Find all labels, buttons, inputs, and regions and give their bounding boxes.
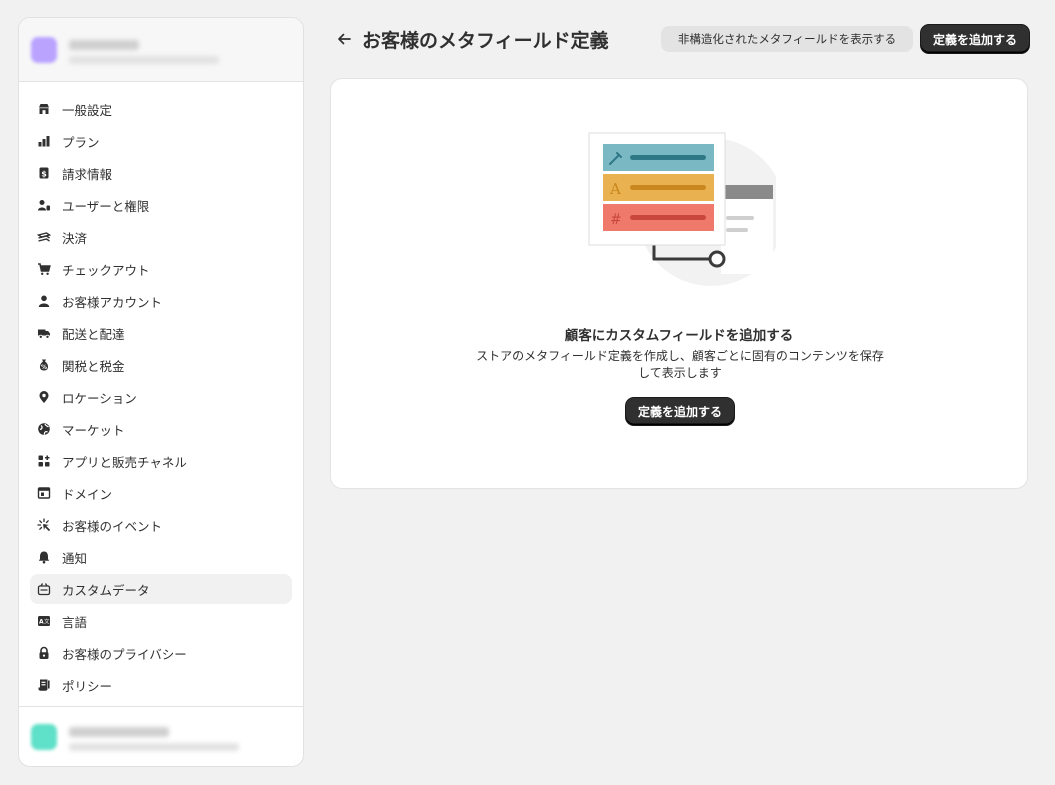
sidebar-item-label: お客様のプライバシー <box>62 646 187 662</box>
illustration-panel <box>721 199 773 274</box>
arrow-left-icon <box>338 33 351 45</box>
store-email-placeholder <box>69 56 219 64</box>
empty-state-card: A # 顧客にカスタムフィールドを追加する ストアのメタフィールド定義を作成し、… <box>330 78 1028 489</box>
svg-text:文: 文 <box>44 618 50 626</box>
sidebar-item-label: マーケット <box>62 422 125 438</box>
illustration-knob <box>708 250 726 268</box>
sidebar-item-label: ユーザーと権限 <box>62 198 150 214</box>
user-avatar <box>31 723 57 750</box>
page-title: お客様のメタフィールド定義 <box>362 30 609 52</box>
sidebar-item-plan[interactable]: プラン <box>30 126 292 156</box>
users-icon <box>37 198 51 212</box>
sidebar-item-event[interactable]: お客様のイベント <box>30 510 292 540</box>
globe-icon <box>37 422 51 436</box>
empty-state-add-definition-button[interactable]: 定義を追加する <box>626 398 734 425</box>
payment-icon <box>37 230 51 244</box>
user-name-placeholder <box>69 727 169 737</box>
empty-state-title: 顧客にカスタムフィールドを追加する <box>564 328 794 344</box>
policy-icon <box>37 678 51 692</box>
sidebar-item-cart[interactable]: チェックアウト <box>30 254 292 284</box>
sidebar-item-tax[interactable]: % 関税と税金 <box>30 350 292 380</box>
tax-icon: % <box>37 358 51 372</box>
sidebar-item-label: カスタムデータ <box>62 582 150 598</box>
sidebar-item-store[interactable]: 一般設定 <box>30 94 292 124</box>
event-icon <box>37 518 51 532</box>
sidebar-item-language[interactable]: A 文言語 <box>30 606 292 636</box>
custom-data-icon <box>37 582 51 596</box>
sidebar-item-label: 通知 <box>62 550 88 566</box>
bell-icon <box>37 550 51 564</box>
billing-icon: $ <box>37 166 51 180</box>
sidebar-item-location[interactable]: ロケーション <box>30 382 292 412</box>
apps-icon <box>37 454 51 468</box>
back-button[interactable] <box>333 28 355 50</box>
show-unstructured-metafields-button[interactable]: 非構造化されたメタフィールドを表示する <box>661 26 913 52</box>
sidebar-item-label: 一般設定 <box>62 102 113 118</box>
sidebar-item-policy[interactable]: ポリシー <box>30 670 292 700</box>
sidebar-item-label: 請求情報 <box>62 166 113 182</box>
sidebar-item-label: お客様のイベント <box>62 518 163 534</box>
sidebar-item-label: チェックアウト <box>62 262 150 278</box>
sidebar-item-globe[interactable]: マーケット <box>30 414 292 444</box>
sidebar-item-label: ロケーション <box>62 390 137 406</box>
empty-state-description: ストアのメタフィールド定義を作成し、顧客ごとに固有のコンテンツを保存して表示しま… <box>476 349 884 380</box>
sidebar-item-users[interactable]: ユーザーと権限 <box>30 190 292 220</box>
hash-icon: # <box>610 212 622 228</box>
sidebar-item-payment[interactable]: 決済 <box>30 222 292 252</box>
user-account-text <box>69 722 239 751</box>
sidebar-item-label: 言語 <box>62 614 88 630</box>
sidebar-item-lock[interactable]: お客様のプライバシー <box>30 638 292 668</box>
svg-text:$: $ <box>41 170 47 179</box>
add-definition-button[interactable]: 定義を追加する <box>921 25 1029 53</box>
text-icon: A <box>609 180 621 198</box>
location-icon <box>37 390 51 404</box>
sidebar-item-label: 決済 <box>62 230 88 246</box>
store-icon <box>37 102 51 116</box>
sidebar-item-label: 関税と税金 <box>62 358 125 374</box>
sidebar-item-person[interactable]: お客様アカウント <box>30 286 292 316</box>
lock-icon <box>37 646 51 660</box>
store-avatar <box>31 36 57 63</box>
language-icon: A文 <box>37 614 51 628</box>
svg-text:%: % <box>41 364 47 371</box>
sidebar-item-custom-data[interactable]: カスタムデータ <box>30 574 292 604</box>
store-account-header[interactable] <box>19 18 303 82</box>
domain-icon <box>37 486 51 500</box>
sidebar-item-label: ポリシー <box>62 678 113 694</box>
user-email-placeholder <box>69 743 239 751</box>
person-icon <box>37 294 51 308</box>
settings-nav: 一般設定プラン $ 請求情報ユーザーと権限 決済チェックアウト お客様アカウント 配送と配… <box>19 94 303 702</box>
sidebar-item-billing[interactable]: $ 請求情報 <box>30 158 292 188</box>
plan-icon <box>37 134 51 148</box>
user-account-footer[interactable] <box>19 706 303 766</box>
sidebar-item-label: プラン <box>62 134 100 150</box>
settings-sidebar: 一般設定プラン $ 請求情報ユーザーと権限 決済チェックアウト お客様アカウント 配送と配… <box>18 17 304 767</box>
store-name-placeholder <box>69 40 139 50</box>
metafields-illustration: A # <box>588 132 776 286</box>
truck-icon <box>37 326 51 340</box>
sidebar-item-label: ドメイン <box>62 486 113 502</box>
sidebar-item-bell[interactable]: 通知 <box>30 542 292 572</box>
illustration-panel-header <box>721 185 773 199</box>
sidebar-item-truck[interactable]: 配送と配達 <box>30 318 292 348</box>
sidebar-item-apps[interactable]: アプリと販売チャネル <box>30 446 292 476</box>
cart-icon <box>37 262 51 276</box>
sidebar-item-label: 配送と配達 <box>62 326 125 342</box>
sidebar-item-label: お客様アカウント <box>62 294 163 310</box>
store-account-text <box>69 35 219 64</box>
sidebar-item-label: アプリと販売チャネル <box>62 454 187 470</box>
sidebar-item-domain[interactable]: ドメイン <box>30 478 292 508</box>
